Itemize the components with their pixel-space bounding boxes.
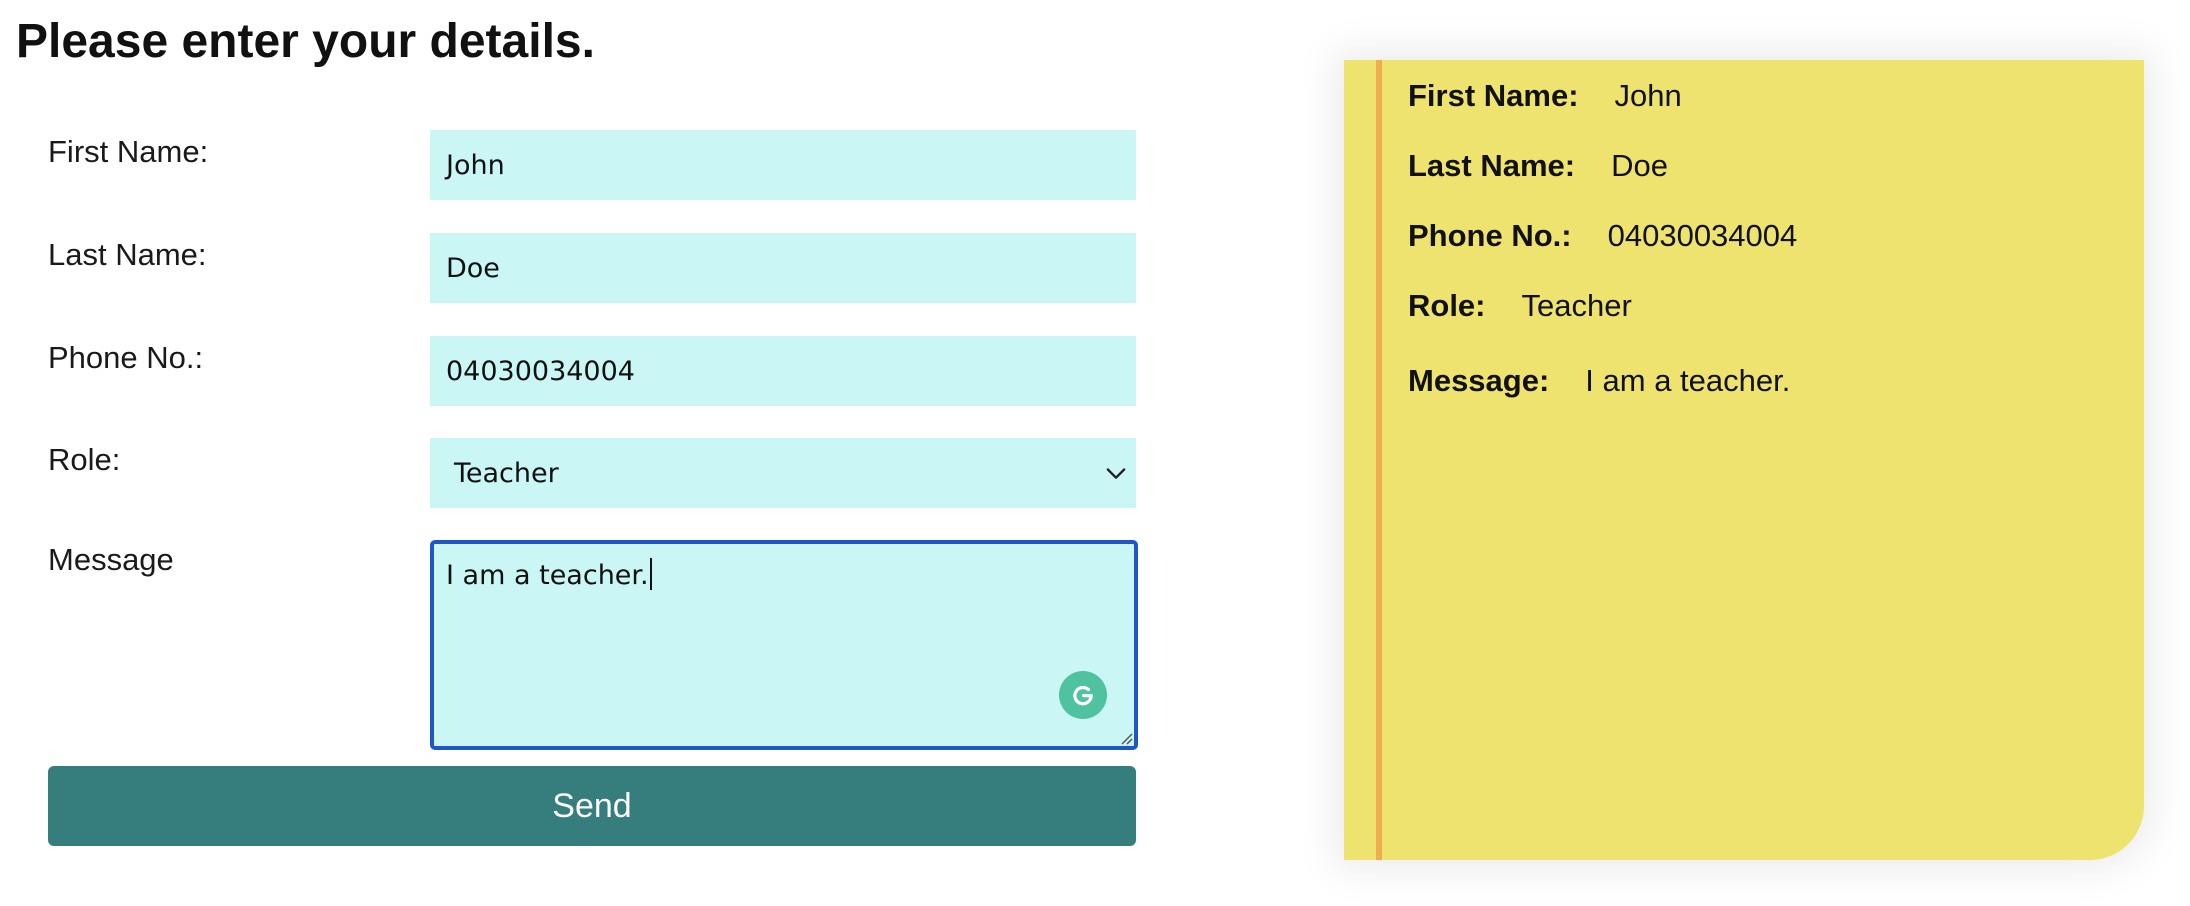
grammarly-icon[interactable]	[1059, 671, 1107, 719]
grammarly-g-glyph	[1073, 685, 1093, 706]
first-name-label: First Name:	[48, 134, 209, 169]
send-button[interactable]: Send	[48, 766, 1136, 846]
phone-label: Phone No.:	[48, 340, 204, 375]
preview-last-name-label: Last Name:	[1408, 148, 1576, 183]
role-label: Role:	[48, 442, 121, 477]
preview-phone-value: 04030034004	[1607, 218, 1798, 253]
message-label: Message	[48, 542, 174, 577]
preview-last-name-value: Doe	[1611, 148, 1668, 183]
last-name-label: Last Name:	[48, 237, 207, 272]
resize-handle-icon[interactable]	[1117, 729, 1133, 745]
preview-message: Message: I am a teacher.	[1408, 361, 1790, 401]
role-select[interactable]: Teacher	[430, 438, 1136, 508]
preview-first-name-value: John	[1614, 78, 1682, 113]
phone-input[interactable]: 04030034004	[430, 336, 1136, 406]
chevron-down-icon	[1106, 468, 1126, 479]
message-textarea[interactable]: I am a teacher.	[430, 540, 1138, 750]
preview-phone: Phone No.: 04030034004	[1408, 216, 1797, 256]
text-caret	[649, 558, 652, 590]
first-name-value: John	[446, 149, 505, 181]
preview-phone-label: Phone No.:	[1408, 218, 1572, 253]
page-title: Please enter your details.	[16, 15, 595, 68]
preview-role-value: Teacher	[1521, 288, 1632, 323]
preview-last-name: Last Name: Doe	[1408, 146, 1668, 186]
preview-message-label: Message:	[1408, 363, 1550, 398]
phone-value: 04030034004	[446, 355, 635, 387]
preview-role: Role: Teacher	[1408, 286, 1632, 326]
role-selected-value: Teacher	[454, 457, 559, 489]
last-name-value: Doe	[446, 252, 500, 284]
last-name-input[interactable]: Doe	[430, 233, 1136, 303]
preview-first-name: First Name: John	[1408, 76, 1682, 116]
note-margin-line	[1376, 60, 1382, 860]
preview-role-label: Role:	[1408, 288, 1486, 323]
details-page: Please enter your details. First Name: J…	[0, 0, 2190, 906]
preview-message-value: I am a teacher.	[1585, 363, 1791, 398]
preview-first-name-label: First Name:	[1408, 78, 1579, 113]
details-preview-note: First Name: John Last Name: Doe Phone No.:…	[1344, 60, 2144, 860]
message-value: I am a teacher.	[446, 560, 649, 591]
first-name-input[interactable]: John	[430, 130, 1136, 200]
